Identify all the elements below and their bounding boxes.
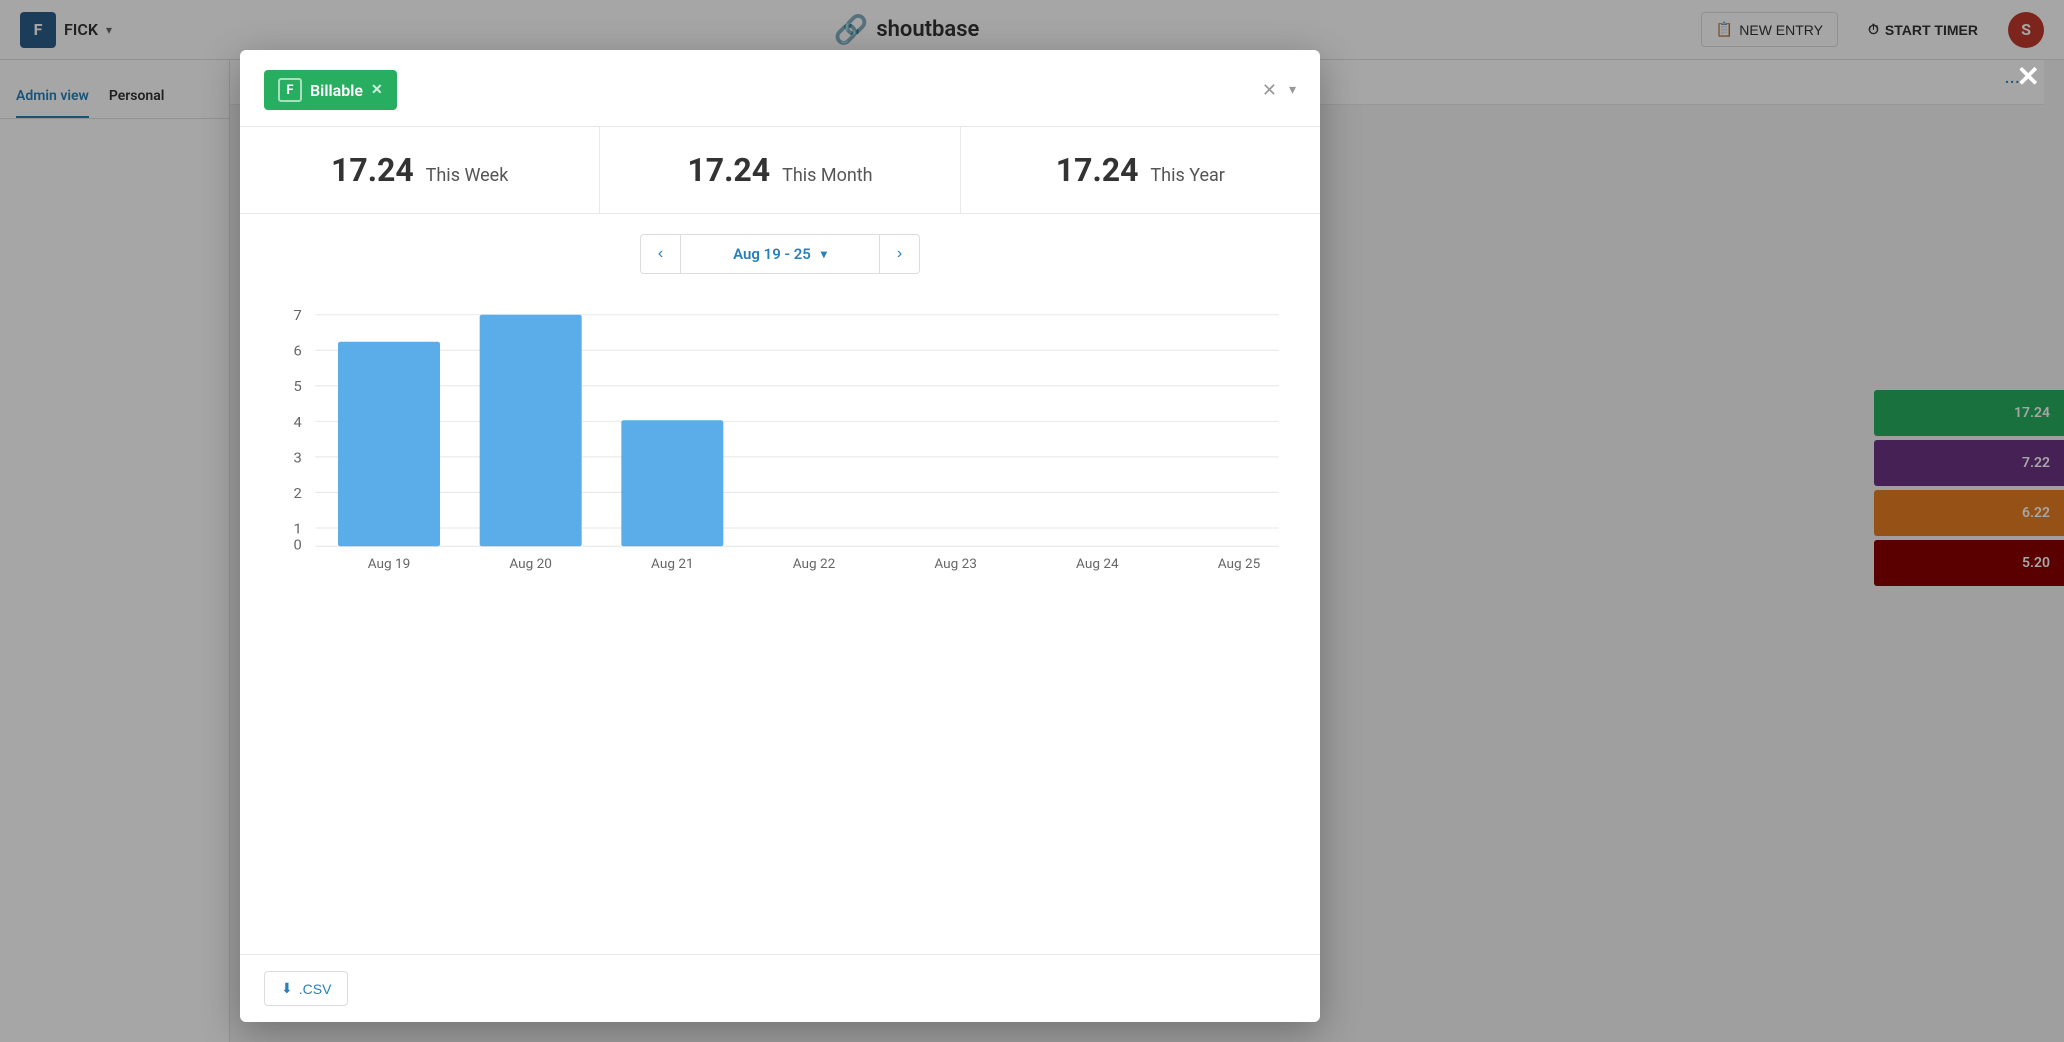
modal-close-button[interactable]: ✕ bbox=[1262, 80, 1277, 101]
download-icon: ⬇ bbox=[281, 980, 293, 997]
svg-text:Aug 20: Aug 20 bbox=[509, 557, 552, 572]
bar-aug21 bbox=[621, 420, 723, 546]
svg-text:Aug 24: Aug 24 bbox=[1076, 557, 1119, 572]
stat-this-month: 17.24 This Month bbox=[600, 127, 960, 213]
svg-text:Aug 25: Aug 25 bbox=[1218, 557, 1261, 572]
modal-date-navigation: ‹ Aug 19 - 25 ▾ › bbox=[240, 214, 1320, 294]
filter-letter: F bbox=[278, 78, 302, 102]
svg-text:7: 7 bbox=[293, 307, 301, 324]
stat-month-value: 17.24 bbox=[687, 151, 770, 189]
csv-download-button[interactable]: ⬇ .CSV bbox=[264, 971, 348, 1006]
modal-close-overlay[interactable]: ✕ bbox=[2017, 60, 2040, 93]
svg-text:1: 1 bbox=[293, 521, 301, 538]
date-dropdown-icon: ▾ bbox=[821, 247, 827, 261]
chart-svg: 7 6 5 4 3 2 1 0 bbox=[270, 304, 1290, 584]
svg-text:2: 2 bbox=[293, 485, 301, 502]
stat-this-year: 17.24 This Year bbox=[961, 127, 1320, 213]
svg-text:Aug 19: Aug 19 bbox=[368, 557, 411, 572]
stat-year-label: This Year bbox=[1150, 165, 1224, 186]
bar-aug20 bbox=[480, 315, 582, 547]
stat-week-value: 17.24 bbox=[331, 151, 414, 189]
svg-text:Aug 21: Aug 21 bbox=[651, 557, 694, 572]
stats-row: 17.24 This Week 17.24 This Month 17.24 T… bbox=[240, 127, 1320, 214]
stat-year-value: 17.24 bbox=[1056, 151, 1139, 189]
chart-area: 7 6 5 4 3 2 1 0 bbox=[240, 294, 1320, 954]
modal-header-controls: ✕ ▾ bbox=[1262, 80, 1296, 101]
svg-text:0: 0 bbox=[293, 537, 301, 554]
chart-date-prev-button[interactable]: ‹ bbox=[640, 234, 680, 274]
svg-text:3: 3 bbox=[293, 450, 301, 467]
stat-this-week: 17.24 This Week bbox=[240, 127, 600, 213]
bar-chart: 7 6 5 4 3 2 1 0 bbox=[270, 304, 1290, 584]
filter-remove-icon[interactable]: ✕ bbox=[371, 82, 383, 98]
modal-chevron-icon[interactable]: ▾ bbox=[1289, 82, 1296, 98]
modal-header: F Billable ✕ ✕ ▾ bbox=[240, 50, 1320, 127]
modal-footer: ⬇ .CSV bbox=[240, 954, 1320, 1022]
stat-month-label: This Month bbox=[782, 165, 873, 186]
filter-tag[interactable]: F Billable ✕ bbox=[264, 70, 397, 110]
stat-week-label: This Week bbox=[426, 165, 509, 186]
bar-aug19 bbox=[338, 342, 440, 547]
svg-text:Aug 23: Aug 23 bbox=[934, 557, 977, 572]
chart-date-next-button[interactable]: › bbox=[880, 234, 920, 274]
modal-dialog: F Billable ✕ ✕ ▾ 17.24 This Week 17.24 T… bbox=[240, 50, 1320, 1022]
svg-text:6: 6 bbox=[293, 343, 301, 360]
svg-text:4: 4 bbox=[293, 414, 301, 431]
chart-date-range[interactable]: Aug 19 - 25 ▾ bbox=[680, 234, 880, 274]
filter-label: Billable bbox=[310, 81, 363, 100]
svg-text:Aug 22: Aug 22 bbox=[793, 557, 836, 572]
svg-text:5: 5 bbox=[293, 379, 301, 396]
